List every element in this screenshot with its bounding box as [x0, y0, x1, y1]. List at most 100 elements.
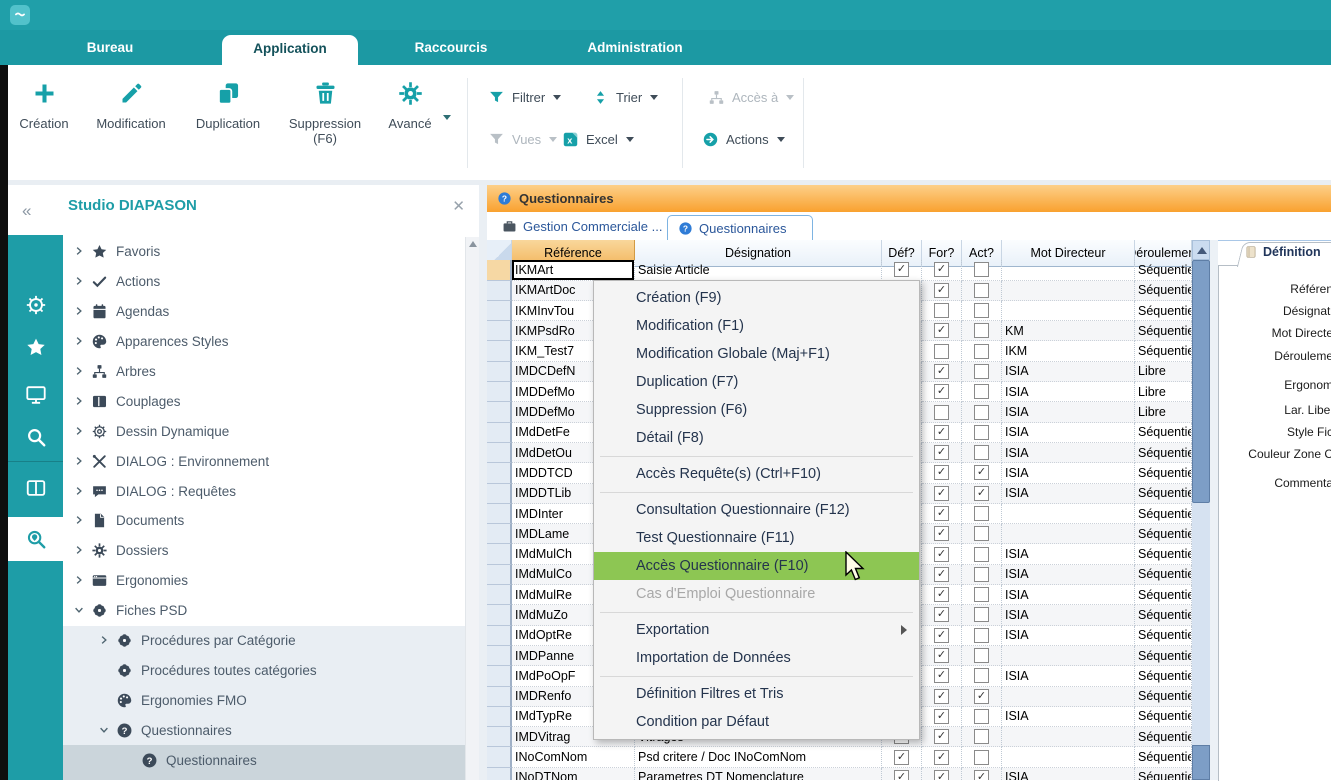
cell-for-checkbox[interactable]: ✓	[934, 689, 949, 704]
scroll-up-button[interactable]	[1192, 240, 1210, 260]
cell-for[interactable]: ✓	[922, 727, 962, 747]
cell-def-checkbox[interactable]: ✓	[894, 770, 909, 780]
cell-act[interactable]	[962, 362, 1002, 382]
rail-item-monitor[interactable]	[8, 373, 63, 417]
menu-item-creation-f9[interactable]: Création (F9)	[594, 284, 919, 312]
tree-item-ergonomies-fmo[interactable]: Ergonomies FMO	[63, 685, 479, 715]
row-selector[interactable]	[487, 565, 512, 585]
tree-item-procedures-toutes-categories[interactable]: Procédures toutes catégories	[63, 655, 479, 685]
cell-act-checkbox[interactable]	[974, 405, 989, 420]
cell-def[interactable]: ✓	[882, 747, 922, 767]
cell-act[interactable]	[962, 747, 1002, 767]
cell-deroulement[interactable]: Séquentiel	[1135, 626, 1192, 646]
tree-item-favoris[interactable]: Favoris	[63, 237, 479, 267]
row-selector[interactable]	[487, 524, 512, 544]
acces-a-button[interactable]: Accès à	[708, 87, 794, 107]
cell-reference[interactable]: INoComNom	[512, 747, 635, 767]
cell-mot-directeur[interactable]: ISIA	[1002, 666, 1135, 686]
cell-act[interactable]	[962, 707, 1002, 727]
chevron-right-icon[interactable]	[73, 365, 91, 378]
cell-act[interactable]	[962, 524, 1002, 544]
cell-deroulement[interactable]: Séquentiel	[1135, 301, 1192, 321]
row-selector[interactable]	[487, 463, 512, 483]
rail-item-search-pin[interactable]	[8, 517, 63, 561]
tree-scrollbar[interactable]	[465, 237, 480, 780]
cell-act-checkbox[interactable]	[974, 668, 989, 683]
cell-def[interactable]: ✓	[882, 768, 922, 780]
cell-act[interactable]	[962, 544, 1002, 564]
menu-item-condition-par-defaut[interactable]: Condition par Défaut	[594, 708, 919, 736]
cell-mot-directeur[interactable]	[1002, 747, 1135, 767]
cell-act-checkbox[interactable]: ✓	[974, 486, 989, 501]
cell-act-checkbox[interactable]: ✓	[974, 689, 989, 704]
row-selector[interactable]	[487, 281, 512, 301]
app-logo[interactable]	[10, 5, 30, 25]
cell-act[interactable]	[962, 402, 1002, 422]
tree-item-documents[interactable]: Documents	[63, 506, 479, 536]
tree-item-arbres[interactable]: Arbres	[63, 357, 479, 387]
cell-act-checkbox[interactable]	[974, 323, 989, 338]
cell-reference[interactable]: IKMArt	[512, 260, 635, 280]
cell-act-checkbox[interactable]	[974, 607, 989, 622]
scroll-up-icon[interactable]	[469, 241, 477, 247]
tree-item-dialog-environnement[interactable]: DIALOG : Environnement	[63, 446, 479, 476]
row-selector[interactable]	[487, 382, 512, 402]
row-selector[interactable]	[487, 321, 512, 341]
cell-for[interactable]: ✓	[922, 423, 962, 443]
cell-mot-directeur[interactable]: ISIA	[1002, 362, 1135, 382]
cell-mot-directeur[interactable]	[1002, 646, 1135, 666]
cell-mot-directeur[interactable]	[1002, 687, 1135, 707]
sidebar-close-button[interactable]: ✕	[452, 197, 465, 215]
row-selector[interactable]	[487, 402, 512, 422]
chevron-right-icon[interactable]	[73, 514, 91, 527]
rail-item-star[interactable]	[8, 325, 63, 369]
row-selector[interactable]	[487, 666, 512, 686]
cell-mot-directeur[interactable]	[1002, 524, 1135, 544]
cell-deroulement[interactable]: Séquentiel	[1135, 504, 1192, 524]
cell-act[interactable]: ✓	[962, 484, 1002, 504]
cell-for[interactable]: ✓	[922, 524, 962, 544]
cell-act-checkbox[interactable]	[974, 303, 989, 318]
cell-act-checkbox[interactable]	[974, 262, 989, 277]
cell-deroulement[interactable]: Séquentiel	[1135, 666, 1192, 686]
tree-item-apparences-styles[interactable]: Apparences Styles	[63, 327, 479, 357]
creation-button[interactable]: Création	[1, 77, 87, 165]
trier-button[interactable]: Trier	[592, 87, 658, 107]
cell-deroulement[interactable]: Séquentiel	[1135, 341, 1192, 361]
cell-mot-directeur[interactable]	[1002, 260, 1135, 280]
cell-for-checkbox[interactable]: ✓	[934, 283, 949, 298]
cell-deroulement[interactable]: Séquentiel	[1135, 585, 1192, 605]
cell-act[interactable]	[962, 565, 1002, 585]
cell-for[interactable]	[922, 402, 962, 422]
cell-deroulement[interactable]: Séquentiel	[1135, 768, 1192, 780]
cell-mot-directeur[interactable]: ISIA	[1002, 463, 1135, 483]
menu-item-consultation-questionnaire-f12[interactable]: Consultation Questionnaire (F12)	[594, 496, 919, 524]
cell-for-checkbox[interactable]: ✓	[934, 628, 949, 643]
cell-act[interactable]	[962, 301, 1002, 321]
cell-act[interactable]: ✓	[962, 768, 1002, 780]
app-tab-raccourcis[interactable]: Raccourcis	[395, 30, 507, 65]
rail-item-columns[interactable]	[8, 466, 63, 510]
row-selector[interactable]	[487, 687, 512, 707]
splitter[interactable]	[479, 185, 487, 780]
chevron-right-icon[interactable]	[73, 455, 91, 468]
cell-for[interactable]: ✓	[922, 504, 962, 524]
tree-item-couplages[interactable]: Couplages	[63, 386, 479, 416]
cell-for[interactable]	[922, 341, 962, 361]
app-tab-application[interactable]: Application	[222, 35, 358, 65]
chevron-down-icon[interactable]	[73, 604, 91, 617]
menu-item-detail-f8[interactable]: Détail (F8)	[594, 424, 919, 452]
row-selector[interactable]	[487, 484, 512, 504]
cell-act[interactable]	[962, 281, 1002, 301]
cell-act[interactable]	[962, 646, 1002, 666]
row-selector[interactable]	[487, 423, 512, 443]
tree-item-dessin-dynamique[interactable]: Dessin Dynamique	[63, 416, 479, 446]
cell-act[interactable]	[962, 727, 1002, 747]
cell-for-checkbox[interactable]: ✓	[934, 486, 949, 501]
row-selector[interactable]	[487, 301, 512, 321]
cell-def[interactable]: ✓	[882, 260, 922, 280]
cell-mot-directeur[interactable]: IKM	[1002, 341, 1135, 361]
cell-for[interactable]: ✓	[922, 768, 962, 780]
row-selector[interactable]	[487, 646, 512, 666]
cell-for[interactable]: ✓	[922, 626, 962, 646]
